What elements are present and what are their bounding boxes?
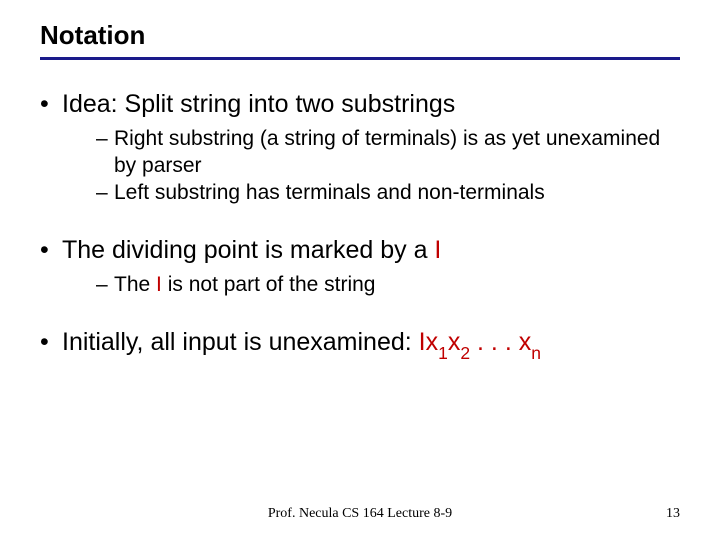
slide: Notation Idea: Split string into two sub… bbox=[0, 0, 720, 540]
xn-base: x bbox=[519, 328, 532, 356]
title-rule bbox=[40, 57, 680, 60]
bullet-2-sub: The I is not part of the string bbox=[62, 271, 680, 298]
xn-sub: n bbox=[531, 343, 541, 363]
marker-icon: I bbox=[419, 328, 426, 356]
xn: xn bbox=[519, 328, 541, 356]
bullet-1: Idea: Split string into two substrings R… bbox=[40, 88, 680, 206]
footer-center: Prof. Necula CS 164 Lecture 8-9 bbox=[40, 506, 680, 522]
bullet-2-sub-1-post: is not part of the string bbox=[162, 273, 376, 296]
bullet-3: Initially, all input is unexamined: Ix1x… bbox=[40, 326, 680, 362]
x2-base: x bbox=[448, 328, 461, 356]
bullet-1-text: Idea: Split string into two substrings bbox=[62, 90, 455, 118]
marker-icon: I bbox=[434, 236, 441, 264]
bullet-1-sub-2: Left substring has terminals and non-ter… bbox=[96, 179, 680, 206]
x2-sub: 2 bbox=[460, 343, 470, 363]
x1-sub: 1 bbox=[438, 343, 448, 363]
bullet-2-sub-1: The I is not part of the string bbox=[96, 271, 680, 298]
bullet-2-pre: The dividing point is marked by a bbox=[62, 236, 434, 264]
bullet-list: Idea: Split string into two substrings R… bbox=[40, 88, 680, 362]
bullet-2-sub-1-pre: The bbox=[114, 273, 156, 296]
bullet-1-sub: Right substring (a string of terminals) … bbox=[62, 125, 680, 207]
bullet-1-sub-1: Right substring (a string of terminals) … bbox=[96, 125, 680, 180]
bullet-3-pre: Initially, all input is unexamined: bbox=[62, 328, 419, 356]
footer: Prof. Necula CS 164 Lecture 8-9 13 bbox=[40, 506, 680, 522]
page-number: 13 bbox=[666, 506, 680, 522]
x2: x2 bbox=[448, 328, 470, 356]
dots: . . . bbox=[470, 328, 519, 356]
x1: x1 bbox=[426, 328, 448, 356]
bullet-2: The dividing point is marked by a I The … bbox=[40, 234, 680, 298]
x1-base: x bbox=[426, 328, 439, 356]
slide-title: Notation bbox=[40, 20, 680, 51]
